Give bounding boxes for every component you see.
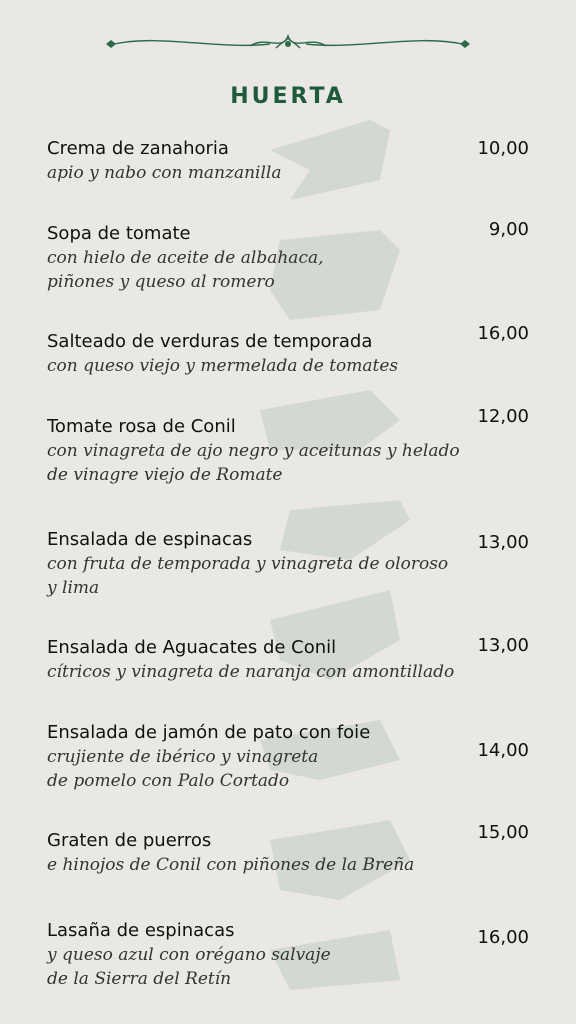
item-description-line: con vinagreta de ajo negro y aceitunas y…: [47, 441, 460, 461]
item-description-line: con fruta de temporada y vinagreta de ol…: [47, 554, 449, 574]
item-description: con vinagreta de ajo negro y aceitunas y…: [47, 439, 529, 487]
item-name: Ensalada de espinacas: [47, 529, 253, 550]
menu-item: 10,00 Crema de zanahoria apio y nabo con…: [47, 137, 529, 185]
item-description-line: de pomelo con Palo Cortado: [47, 771, 290, 791]
item-name: Graten de puerros: [47, 830, 212, 851]
item-description-line: cítricos y vinagreta de naranja con amon…: [47, 662, 455, 682]
item-description: y queso azul con orégano salvaje de la S…: [47, 943, 529, 991]
item-description: con queso viejo y mermelada de tomates: [47, 354, 529, 378]
menu-item: 16,00 Salteado de verduras de temporada …: [47, 323, 529, 378]
menu-item: 13,00 Ensalada de espinacas con fruta de…: [47, 528, 529, 600]
item-price: 12,00: [477, 406, 529, 427]
item-description-line: piñones y queso al romero: [47, 272, 275, 292]
item-description-line: e hinojos de Conil con piñones de la Bre…: [47, 855, 415, 875]
ornament-divider-icon: [106, 33, 470, 49]
item-description: cítricos y vinagreta de naranja con amon…: [47, 660, 529, 684]
item-name: Salteado de verduras de temporada: [47, 331, 373, 352]
item-description: e hinojos de Conil con piñones de la Bre…: [47, 853, 529, 877]
item-description-line: y queso azul con orégano salvaje: [47, 945, 331, 965]
item-description-line: con queso viejo y mermelada de tomates: [47, 356, 399, 376]
item-price: 15,00: [477, 822, 529, 843]
item-price: 9,00: [488, 219, 529, 240]
item-price: 10,00: [477, 138, 529, 159]
section-title: HUERTA: [230, 84, 346, 109]
item-description-line: apio y nabo con manzanilla: [47, 163, 282, 183]
item-description-line: crujiente de ibérico y vinagreta: [47, 747, 319, 767]
item-name: Ensalada de Aguacates de Conil: [47, 637, 337, 658]
item-price: 16,00: [477, 323, 529, 344]
item-description-line: de vinagre viejo de Romate: [47, 465, 283, 485]
item-name: Lasaña de espinacas: [47, 920, 235, 941]
item-description-line: y lima: [47, 578, 100, 598]
menu-item: 9,00 Sopa de tomate con hielo de aceite …: [47, 219, 529, 294]
item-name: Ensalada de jamón de pato con foie: [47, 722, 371, 743]
item-description-line: de la Sierra del Retín: [47, 969, 232, 989]
item-description: apio y nabo con manzanilla: [47, 161, 529, 185]
menu-item: 12,00 Tomate rosa de Conil con vinagreta…: [47, 406, 529, 487]
item-description: con fruta de temporada y vinagreta de ol…: [47, 552, 529, 600]
item-description: crujiente de ibérico y vinagreta de pome…: [47, 745, 529, 793]
item-description: con hielo de aceite de albahaca, piñones…: [47, 246, 529, 294]
item-name: Tomate rosa de Conil: [47, 416, 236, 437]
item-price: 13,00: [477, 532, 529, 553]
item-price: 16,00: [477, 927, 529, 948]
item-name: Sopa de tomate: [47, 223, 191, 244]
item-name: Crema de zanahoria: [47, 138, 229, 159]
item-description-line: con hielo de aceite de albahaca,: [47, 248, 324, 268]
menu-item: 16,00 Lasaña de espinacas y queso azul c…: [47, 919, 529, 991]
menu-item: 14,00 Ensalada de jamón de pato con foie…: [47, 721, 529, 793]
menu-item: 15,00 Graten de puerros e hinojos de Con…: [47, 822, 529, 877]
item-price: 13,00: [477, 635, 529, 656]
item-price: 14,00: [477, 740, 529, 761]
menu-item: 13,00 Ensalada de Aguacates de Conil cít…: [47, 635, 529, 684]
